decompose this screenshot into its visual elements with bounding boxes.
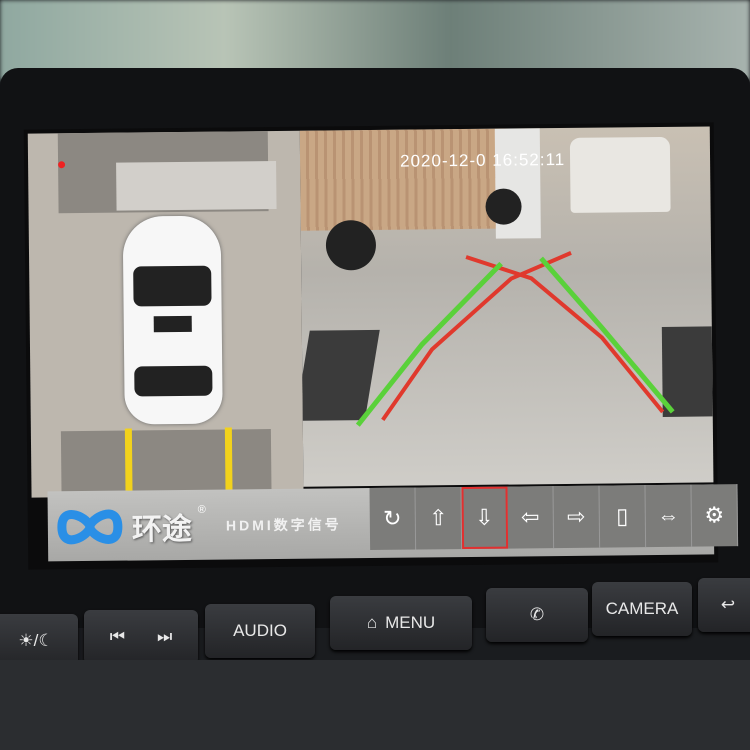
ground-logo (116, 160, 277, 211)
rear-view-button[interactable]: ⇩ (461, 486, 509, 550)
view-tools: ↻ ⇧ ⇩ ⇦ ⇨ ▯ ⇔ ⚙ (369, 484, 739, 551)
gear-icon: ⚙ (704, 502, 725, 528)
settings-button[interactable]: ⚙ (691, 484, 739, 547)
guide-red-left (381, 251, 572, 422)
vehicle-top-icon (122, 215, 223, 425)
next-track-icon[interactable]: ⏭ (157, 627, 172, 647)
right-view-icon: ⇨ (566, 503, 586, 529)
previous-track-icon[interactable]: ⏮ (110, 627, 125, 647)
top-view-icon: ▯ (616, 503, 629, 529)
front-view-button[interactable]: ⇧ (415, 487, 463, 550)
rear-view-icon: ⇩ (474, 504, 494, 530)
back-button[interactable]: ↩ (698, 578, 750, 632)
camera-button[interactable]: CAMERA (592, 582, 692, 636)
brand-name: 环途 (131, 512, 193, 547)
audio-button[interactable]: AUDIO (205, 604, 315, 658)
signal-subtitle: HDMI数字信号 (225, 516, 342, 534)
dashboard-lower (0, 660, 750, 750)
day-night-icon: ☀/☾ (18, 631, 54, 650)
wide-view-button[interactable]: ⇔ (645, 484, 693, 548)
rotate-button[interactable]: ↻ (369, 487, 417, 551)
track-buttons: ⏮ ⏭ (84, 610, 198, 664)
guide-red-right (465, 255, 665, 414)
front-view-icon: ⇧ (428, 505, 448, 531)
brand-logo: 环途 ® HDMI数字信号 (54, 502, 342, 549)
parking-guidelines (355, 251, 675, 427)
left-view-button[interactable]: ⇦ (507, 486, 555, 549)
marker-left (124, 428, 133, 497)
record-indicator (58, 161, 66, 169)
menu-button[interactable]: ⌂ MENU (330, 596, 472, 650)
right-view-button[interactable]: ⇨ (553, 485, 601, 549)
brand-logo-icon (57, 509, 123, 545)
guide-green-right (539, 256, 675, 414)
rear-camera-view[interactable]: 2020-12-0 16:52:11 (299, 126, 714, 487)
phone-icon: ✆ (529, 605, 545, 624)
phone-button[interactable]: ✆ (486, 588, 588, 642)
marker-right (224, 427, 233, 496)
rotate-icon: ↻ (382, 505, 402, 531)
left-view-icon: ⇦ (520, 504, 540, 530)
back-icon: ↩ (720, 595, 736, 614)
bottom-toolbar: 环途 ® HDMI数字信号 ↻ ⇧ ⇩ ⇦ ⇨ ▯ ⇔ ⚙ (47, 484, 739, 562)
birds-eye-view[interactable] (27, 130, 304, 498)
home-icon: ⌂ (366, 613, 378, 632)
guide-green-left (355, 261, 503, 427)
head-unit-screen: 2020-12-0 16:52:11 环途 ® HDMI数字信号 ↻ ⇧ ⇩ ⇦… (23, 122, 739, 570)
wide-view-icon: ⇔ (657, 502, 680, 529)
top-view-button[interactable]: ▯ (599, 485, 647, 548)
